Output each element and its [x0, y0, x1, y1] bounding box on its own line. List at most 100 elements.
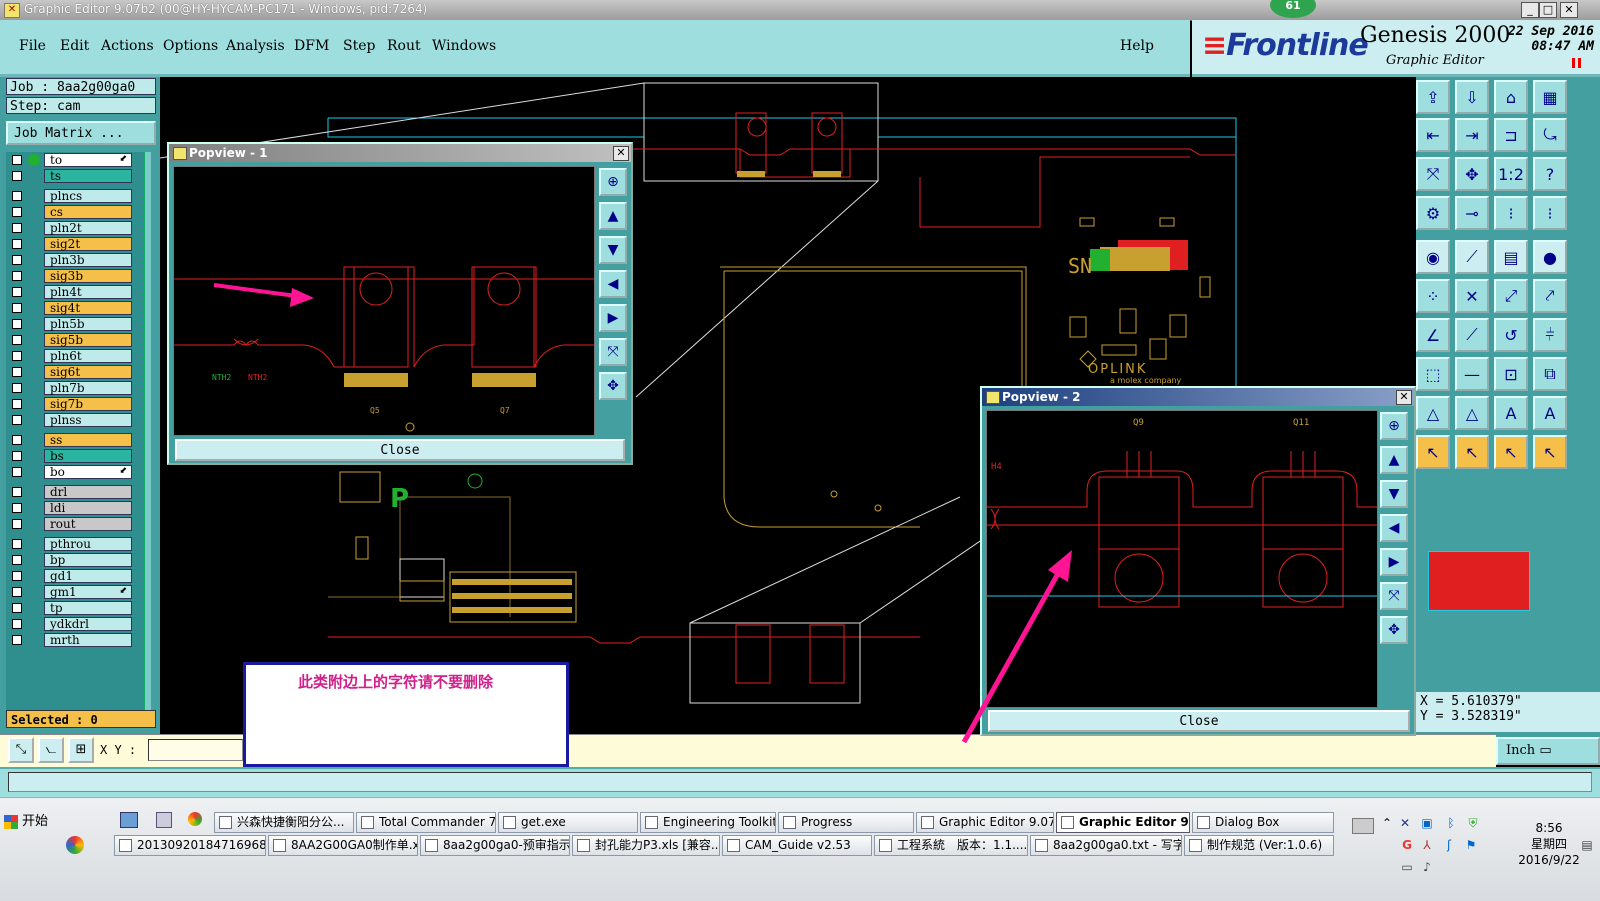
layer-row[interactable]: sig6t [6, 365, 138, 380]
taskbar-button[interactable]: 制作规范 (Ver:1.0.6) [1184, 835, 1334, 856]
layer-checkbox[interactable] [12, 603, 22, 613]
quicklaunch-icon[interactable] [188, 812, 202, 826]
volume-icon[interactable]: ♪ [1420, 860, 1434, 874]
taskbar-button[interactable]: 20130920184716968.rt... [114, 835, 266, 856]
copy-icon[interactable]: ⧉ [1533, 357, 1567, 391]
layer-row[interactable]: pthrou [6, 537, 138, 552]
step-left-icon[interactable]: ⇤ [1416, 118, 1450, 152]
monitor-icon[interactable]: ▭ [1400, 860, 1414, 874]
keyboard-icon[interactable] [1352, 818, 1374, 834]
layer-checkbox[interactable] [12, 539, 22, 549]
line-icon[interactable]: ⟋ [1455, 240, 1489, 274]
layer-checkbox[interactable] [12, 383, 22, 393]
layer-name[interactable]: gm1 ⬋ [44, 585, 132, 599]
menu-analysis[interactable]: Analysis [226, 38, 285, 54]
layer-name[interactable]: ydkdrl [44, 617, 132, 631]
layer-name[interactable]: pln4t [44, 285, 132, 299]
layer-row[interactable]: cs [6, 205, 138, 220]
taskbar-button[interactable]: Graphic Editor 9.07b... [916, 812, 1054, 833]
pan-up-icon[interactable]: ▲ [599, 202, 627, 230]
layer-name[interactable]: cs [44, 205, 132, 219]
menu-help[interactable]: Help [1120, 38, 1154, 54]
pan-icon[interactable]: ✥ [1455, 157, 1489, 191]
taskbar-button[interactable]: 封孔能力P3.xls [兼容... [572, 835, 720, 856]
net-icon[interactable]: ⁘ [1416, 279, 1450, 313]
layer-checkbox[interactable] [12, 287, 22, 297]
layer-row[interactable]: pln6t [6, 349, 138, 364]
layer-checkbox[interactable] [12, 467, 22, 477]
select-box-icon[interactable]: ⬚ [1416, 357, 1450, 391]
layer-name[interactable]: mrth [44, 633, 132, 647]
close-window-button[interactable]: ✕ [1560, 2, 1578, 18]
layer-name[interactable]: pln2t [44, 221, 132, 235]
slash-icon[interactable]: ⟋ [1455, 318, 1489, 352]
bluetooth-icon[interactable]: ᛒ [1444, 816, 1458, 830]
layer-checkbox[interactable] [12, 223, 22, 233]
layer-row[interactable]: ydkdrl [6, 617, 138, 632]
layer-row[interactable]: sig4t [6, 301, 138, 316]
zoom-home-icon[interactable]: ⇪ [1416, 80, 1450, 114]
layer-checkbox[interactable] [12, 351, 22, 361]
pause-icon[interactable] [1572, 58, 1581, 68]
close-icon[interactable]: ✕ [613, 146, 629, 161]
menu-rout[interactable]: Rout [387, 38, 421, 54]
layer-name[interactable]: ldi [44, 501, 132, 515]
layer-checkbox[interactable] [12, 335, 22, 345]
layer-row[interactable]: tp [6, 601, 138, 616]
layer-checkbox[interactable] [12, 239, 22, 249]
pan-down-icon[interactable]: ▼ [1380, 480, 1408, 508]
probe-icon[interactable]: ⊸ [1455, 196, 1489, 230]
pointer-select-icon[interactable]: ↖ [1494, 435, 1528, 469]
layer-row[interactable]: pln7b [6, 381, 138, 396]
layer-row[interactable]: pln2t [6, 221, 138, 236]
layer-row[interactable]: ss [6, 433, 138, 448]
zoom-fit-icon[interactable]: ⤧ [1380, 582, 1408, 610]
layer-name[interactable]: bp [44, 553, 132, 567]
layer-name[interactable]: pln6t [44, 349, 132, 363]
taskbar-button[interactable]: Engineering Toolkit 9.... [640, 812, 776, 833]
layer-row[interactable]: bs [6, 449, 138, 464]
menu-options[interactable]: Options [163, 38, 218, 54]
layer-checkbox[interactable] [12, 271, 22, 281]
arrow-up-icon[interactable]: ⤤ [1533, 279, 1567, 313]
job-matrix-button[interactable]: Job Matrix ... [6, 121, 156, 145]
ruler-icon[interactable]: ▤ [1494, 240, 1528, 274]
layer-checkbox[interactable] [12, 587, 22, 597]
layer-checkbox[interactable] [12, 451, 22, 461]
layer-checkbox[interactable] [12, 571, 22, 581]
layer-checkbox[interactable] [12, 191, 22, 201]
layer-name[interactable]: sig7b [44, 397, 132, 411]
layer-row[interactable]: bp [6, 553, 138, 568]
layer-name[interactable]: sig5b [44, 333, 132, 347]
layer-name[interactable]: ts [44, 169, 132, 183]
angle-icon[interactable]: ∠ [1416, 318, 1450, 352]
pointer-red-icon[interactable]: ↖ [1455, 435, 1489, 469]
layer-checkbox[interactable] [12, 519, 22, 529]
pan-left-icon[interactable]: ◀ [599, 270, 627, 298]
layer-row[interactable]: sig5b [6, 333, 138, 348]
xy-input[interactable] [148, 739, 243, 761]
tray-s-icon[interactable]: ʃ [1442, 838, 1456, 852]
help-icon[interactable]: ? [1533, 157, 1567, 191]
taskbar-button[interactable]: 兴森快捷衡阳分公... [214, 812, 354, 833]
zoom-reset-icon[interactable]: ✥ [599, 372, 627, 400]
security-icon[interactable]: ⛨ [1466, 816, 1480, 830]
layer-checkbox[interactable] [12, 155, 22, 165]
layer-name[interactable]: sig2t [44, 237, 132, 251]
layer-checkbox[interactable] [12, 399, 22, 409]
layer-row[interactable]: mrth [6, 633, 138, 648]
pointer-icon[interactable]: ↖ [1416, 435, 1450, 469]
layer-name[interactable]: pln5b [44, 317, 132, 331]
layer-row[interactable]: to ⬋ [6, 153, 138, 168]
bracket-icon[interactable]: ⊐ [1494, 118, 1528, 152]
layer-checkbox[interactable] [12, 319, 22, 329]
layer-checkbox[interactable] [12, 635, 22, 645]
layer-name[interactable]: pln3b [44, 253, 132, 267]
zoom-in-icon[interactable]: ⊕ [1380, 412, 1408, 440]
taskbar-button[interactable]: Total Commander 7.0... [356, 812, 496, 833]
layer-checkbox[interactable] [12, 171, 22, 181]
pan-right-icon[interactable]: ▶ [1380, 548, 1408, 576]
layer-name[interactable]: gd1 [44, 569, 132, 583]
quicklaunch-icon[interactable] [156, 812, 172, 828]
layer-name[interactable]: plnss [44, 413, 132, 427]
